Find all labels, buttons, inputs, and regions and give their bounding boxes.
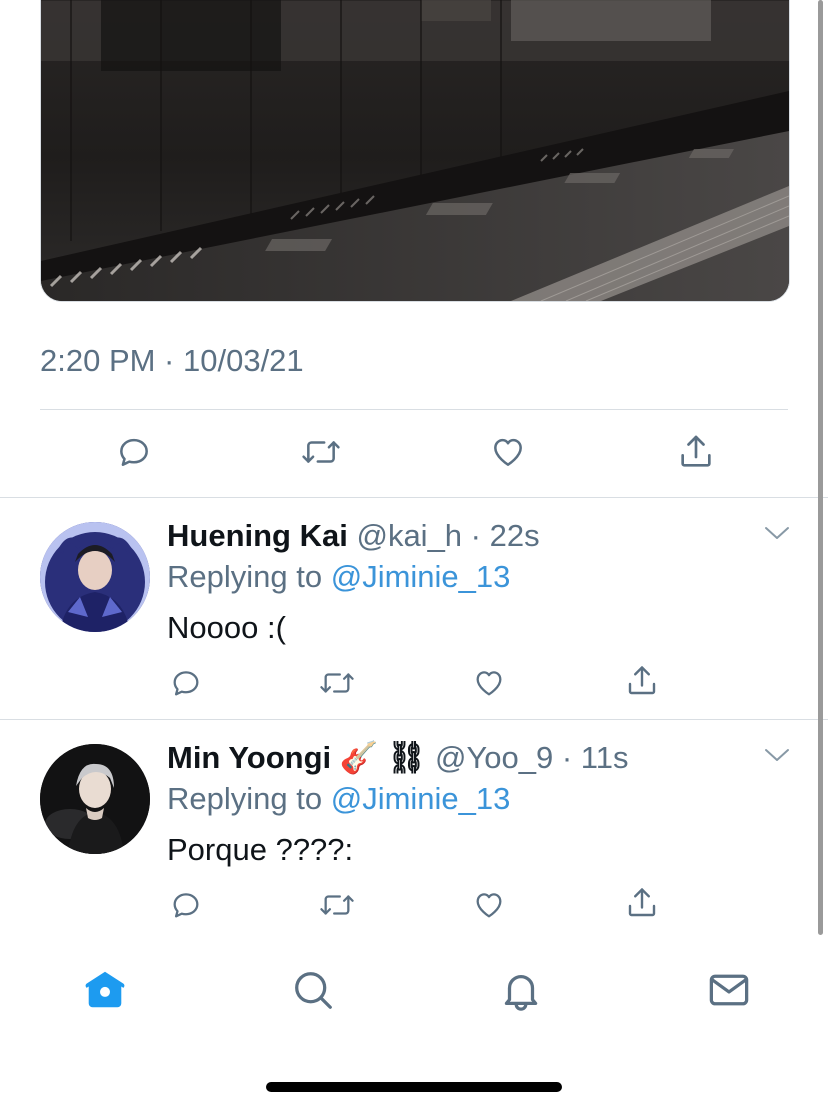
avatar[interactable] [40,744,150,854]
messages-icon [709,974,749,1006]
retweet-button[interactable] [298,430,344,474]
like-button[interactable] [469,885,509,925]
reply-text: Porque ????: [167,832,354,867]
train-platform-photo [41,0,789,301]
reply-tweet[interactable]: Huening Kai @kai_h · 22s Replying to @Ji… [0,497,828,719]
notifications-icon [504,975,538,1011]
reply-header: Min Yoongi 🎸 ⛓ @Yoo_9 · 11s [167,740,628,776]
share-icon [628,666,656,695]
tab-messages[interactable] [704,965,754,1015]
reply-button[interactable] [166,885,206,925]
chevron-down-icon[interactable] [764,525,790,546]
tweet-media-image[interactable] [40,0,790,302]
heart-icon [476,671,502,696]
reply-text: Noooo :( [167,610,286,645]
search-icon [295,972,332,1009]
replying-prefix: Replying to [167,559,331,594]
tab-search[interactable] [288,965,338,1015]
replying-to: Replying to @Jiminie_13 [167,781,510,817]
replying-to: Replying to @Jiminie_13 [167,559,510,595]
reply-button[interactable] [112,430,156,474]
like-button[interactable] [469,663,509,703]
share-button[interactable] [622,883,662,923]
handle-time: @kai_h · 22s [356,518,540,553]
share-icon [628,888,656,917]
display-name[interactable]: Min Yoongi 🎸 ⛓ [167,740,426,775]
tab-notifications[interactable] [496,965,546,1015]
share-button[interactable] [622,661,662,701]
retweet-button[interactable] [316,885,358,925]
handle-time: @Yoo_9 · 11s [434,740,629,775]
share-button[interactable] [674,430,718,474]
retweet-icon [302,441,340,463]
chevron-down-icon[interactable] [764,747,790,768]
reply-icon [173,893,199,918]
mention-link[interactable]: @Jiminie_13 [331,781,511,816]
reply-icon [173,671,199,696]
retweet-icon [320,895,354,915]
heart-icon [494,438,522,466]
timestamp-divider [40,409,788,410]
reply-tweet[interactable]: Min Yoongi 🎸 ⛓ @Yoo_9 · 11s Replying to … [0,719,828,941]
like-button[interactable] [486,430,530,474]
avatar-photo [40,744,150,854]
scrollbar[interactable] [818,0,823,935]
display-name[interactable]: Huening Kai [167,518,348,553]
mention-link[interactable]: @Jiminie_13 [331,559,511,594]
tab-home[interactable] [80,965,130,1015]
reply-icon [120,438,148,466]
share-icon [681,435,711,467]
retweet-icon [320,673,354,693]
home-icon [85,971,125,1008]
reply-header: Huening Kai @kai_h · 22s [167,518,540,554]
home-indicator [266,1082,562,1092]
heart-icon [476,893,502,918]
reply-button[interactable] [166,663,206,703]
avatar-photo [40,522,150,632]
replying-prefix: Replying to [167,781,331,816]
retweet-button[interactable] [316,663,358,703]
tweet-timestamp: 2:20 PM · 10/03/21 [40,343,304,378]
avatar[interactable] [40,522,150,632]
